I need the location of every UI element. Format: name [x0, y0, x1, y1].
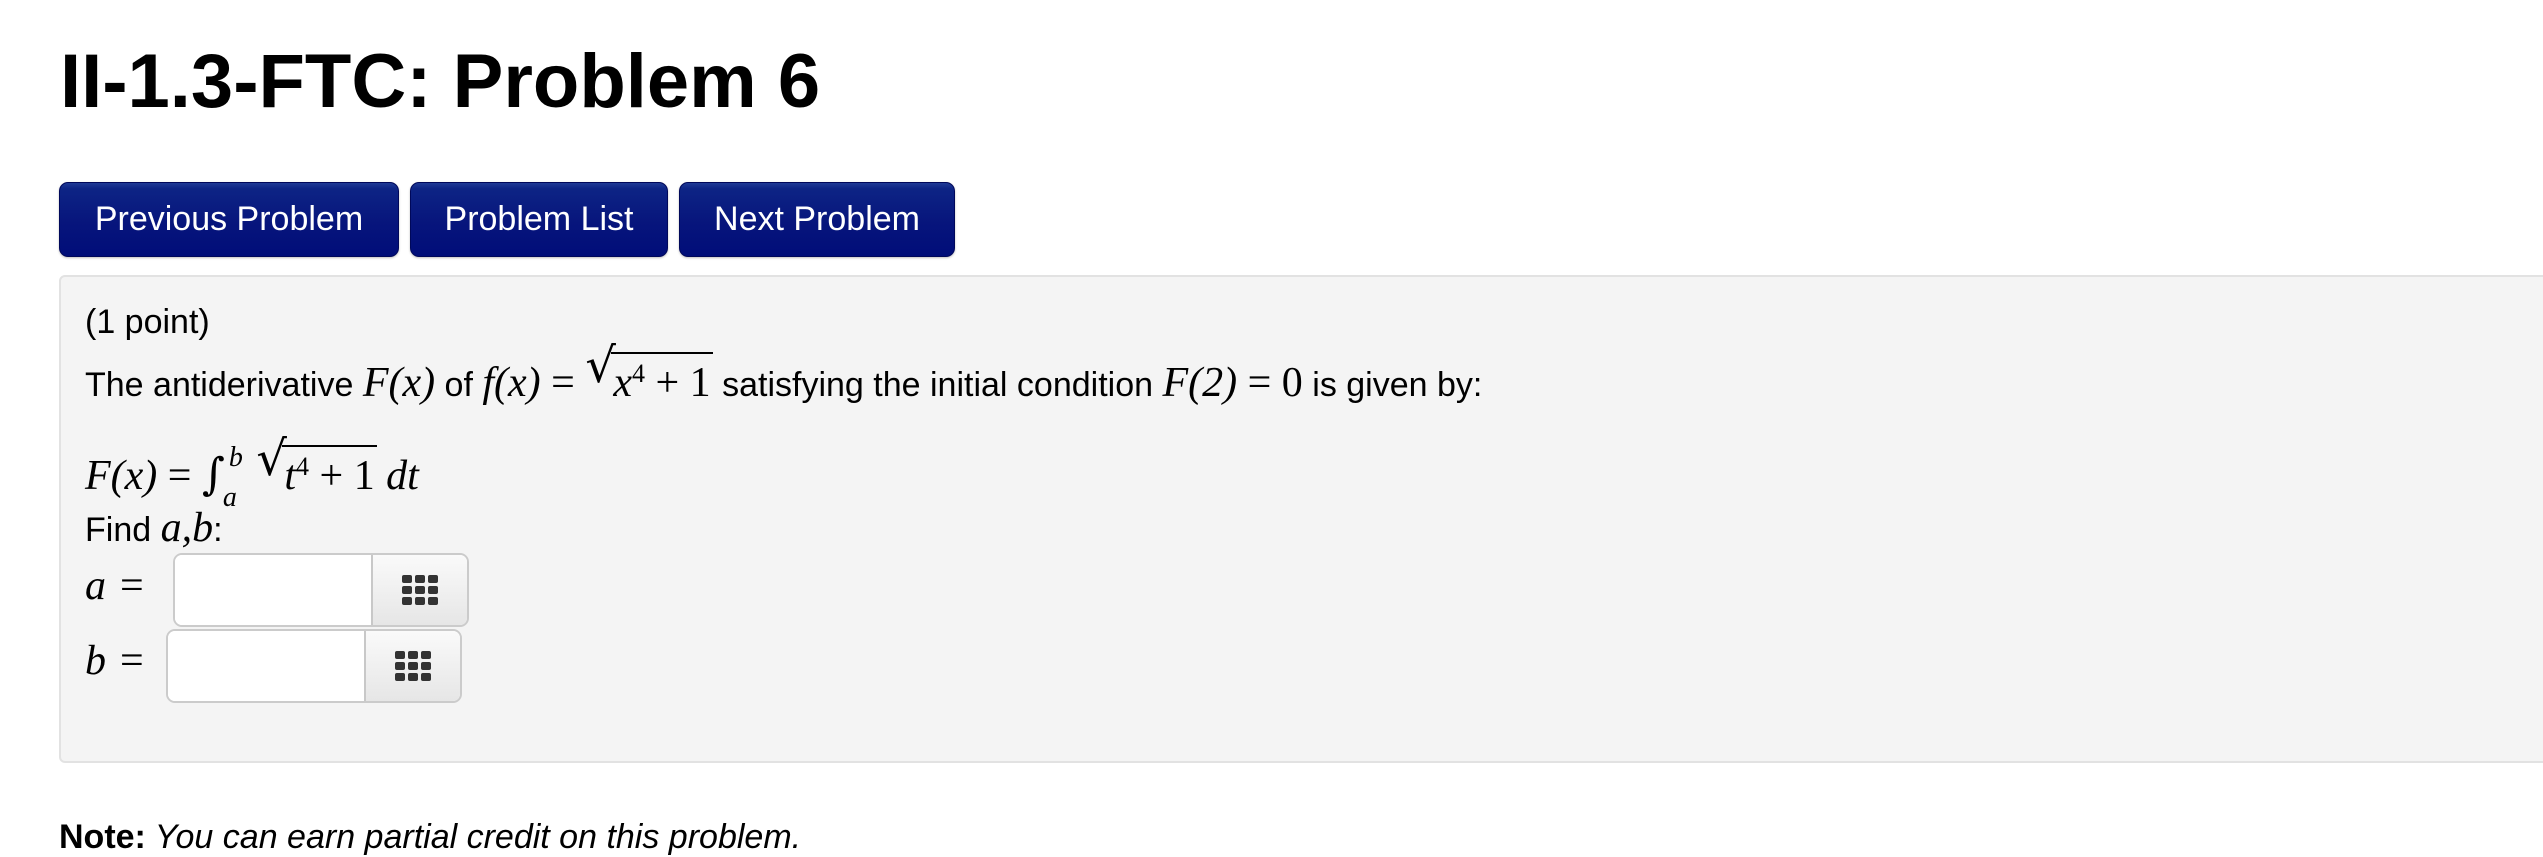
answer-label-a: a = [85, 562, 144, 610]
math-f-of-x: f(x) [482, 360, 541, 406]
statement-text: The antiderivative [85, 366, 363, 404]
math-exponent: 4 [296, 452, 310, 481]
math-dt: dt [386, 453, 419, 499]
math-equals: = [540, 360, 586, 406]
answer-label-b: b = [85, 637, 144, 685]
equals-sign: = [120, 638, 144, 684]
integral-sign-icon: ∫ [201, 449, 225, 500]
math-exponent: 4 [631, 359, 645, 388]
equation-editor-button-a[interactable] [371, 555, 467, 625]
find-instruction: Find a,b: [85, 505, 223, 551]
integral-limits: ba [223, 442, 247, 513]
statement-text: is given by: [1302, 366, 1483, 404]
previous-problem-button[interactable]: Previous Problem [59, 182, 399, 257]
lower-limit: a [222, 482, 237, 514]
answer-field-b [166, 629, 462, 703]
math-plus-one: + 1 [644, 360, 711, 406]
sqrt-sign-icon: √ [585, 338, 616, 394]
math-condition-lhs: F(2) [1162, 360, 1238, 406]
math-F-of-x: F(x) [85, 453, 158, 499]
note-label: Note: [59, 818, 146, 856]
find-prefix: Find [85, 511, 161, 549]
integral-formula: F(x) = ∫ b a √ t4 + 1 dt [85, 435, 419, 513]
problem-statement: The antiderivative F(x) of f(x) = √ x4 + … [85, 342, 1483, 406]
keypad-icon [402, 575, 438, 605]
find-vars: a,b [160, 505, 214, 551]
math-radicand: x [613, 360, 632, 406]
answer-b-input[interactable] [168, 631, 364, 701]
note-text: You can earn partial credit on this prob… [145, 818, 802, 856]
next-problem-button[interactable]: Next Problem [679, 182, 955, 257]
math-plus-one: + 1 [309, 453, 375, 499]
math-condition-rhs: = 0 [1237, 360, 1303, 406]
problem-navigation: Previous Problem Problem List Next Probl… [59, 182, 955, 257]
answer-a-input[interactable] [175, 555, 371, 625]
page-title: II-1.3-FTC: Problem 6 [60, 39, 821, 124]
points-label: (1 point) [85, 303, 210, 341]
var-b: b [85, 638, 106, 684]
partial-credit-note: Note: You can earn partial credit on thi… [59, 818, 801, 857]
answer-field-a [173, 553, 469, 627]
find-suffix: : [213, 511, 223, 549]
equals-sign: = [120, 563, 144, 609]
math-equals: = [157, 453, 202, 499]
math-sqrt: √ t4 + 1 [256, 435, 377, 499]
problem-list-button[interactable]: Problem List [410, 182, 668, 257]
upper-limit: b [228, 442, 243, 474]
sqrt-sign-icon: √ [256, 431, 287, 487]
statement-text: satisfying the initial condition [712, 366, 1163, 404]
math-sqrt: √ x4 + 1 [585, 342, 713, 406]
var-a: a [85, 563, 106, 609]
math-F-of-x: F(x) [362, 360, 436, 406]
keypad-icon [395, 651, 431, 681]
equation-editor-button-b[interactable] [364, 631, 460, 701]
statement-text: of [435, 366, 483, 404]
